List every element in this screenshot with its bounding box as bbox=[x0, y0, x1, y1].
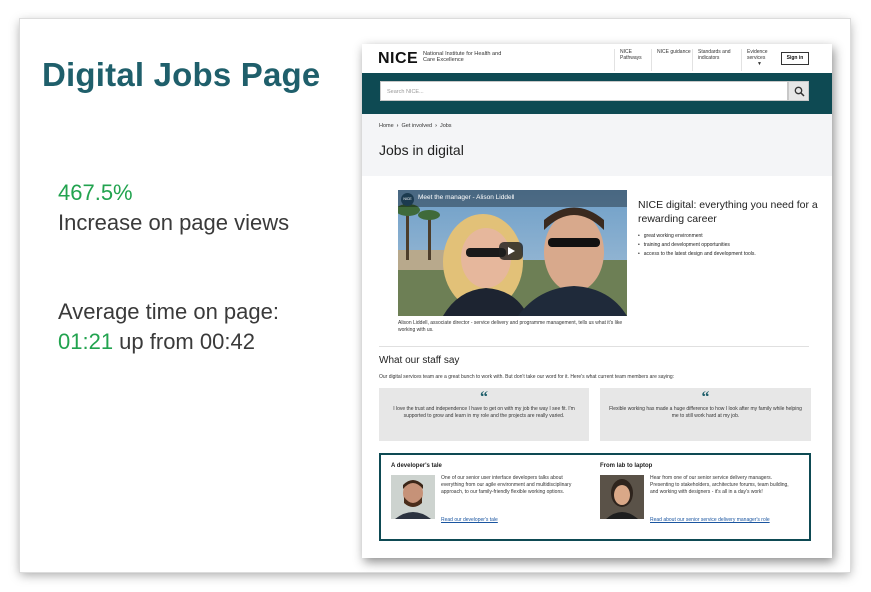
nav-standards-indicators[interactable]: Standards and indicators bbox=[692, 49, 740, 71]
caret-down-icon: ▼ bbox=[757, 61, 762, 67]
quote-card: “ I love the trust and independence I ha… bbox=[379, 388, 589, 441]
video-player[interactable]: NICE Meet the manager - Alison Liddell bbox=[398, 190, 627, 316]
page-views-value: 467.5% bbox=[58, 180, 133, 205]
search-button[interactable] bbox=[788, 81, 809, 101]
developer-photo bbox=[391, 475, 435, 519]
intro-list: great working environment training and d… bbox=[638, 232, 756, 259]
search-input[interactable]: Search NICE... bbox=[380, 81, 788, 101]
time-on-page-stat: Average time on page: 01:21 up from 00:4… bbox=[58, 297, 279, 357]
list-item: training and development opportunities bbox=[638, 241, 756, 250]
nice-logo-subtitle: National Institute for Health and Care E… bbox=[423, 51, 502, 64]
breadcrumb-separator-icon: › bbox=[435, 123, 437, 129]
sign-in-button[interactable]: Sign in bbox=[781, 52, 809, 65]
slide-title: Digital Jobs Page bbox=[42, 56, 321, 93]
breadcrumb-separator-icon: › bbox=[396, 123, 399, 129]
developer-tale-text: One of our senior user interface develop… bbox=[441, 475, 572, 495]
time-on-page-value: 01:21 bbox=[58, 329, 114, 354]
nice-logo[interactable]: NICE bbox=[378, 50, 418, 68]
quote-icon: “ bbox=[480, 389, 488, 406]
lab-to-laptop-heading: From lab to laptop bbox=[600, 463, 653, 469]
lab-to-laptop-text: Hear from one of our senior service deli… bbox=[650, 475, 789, 495]
list-item: great working environment bbox=[638, 232, 756, 241]
staff-intro: Our digital services team are a great bu… bbox=[379, 374, 675, 380]
nav-evidence-services-label: Evidence services bbox=[747, 49, 768, 61]
time-on-page-previous: up from 00:42 bbox=[113, 329, 255, 354]
time-on-page-line: 01:21 up from 00:42 bbox=[58, 327, 279, 357]
nice-header: NICE National Institute for Health and C… bbox=[362, 44, 832, 72]
quote-text: I love the trust and independence I have… bbox=[393, 406, 575, 419]
tales-panel: A developer's tale One of our senior use… bbox=[379, 453, 811, 541]
quote-card: “ Flexible working has made a huge diffe… bbox=[600, 388, 811, 441]
breadcrumb-jobs: Jobs bbox=[439, 123, 452, 129]
breadcrumb-get-involved[interactable]: Get involved bbox=[402, 123, 433, 129]
breadcrumb: Home › Get involved › Jobs bbox=[379, 123, 454, 129]
video-caption: Alison Liddell, associate director - ser… bbox=[398, 320, 623, 333]
staff-heading: What our staff say bbox=[379, 355, 460, 366]
quote-text: Flexible working has made a huge differe… bbox=[609, 406, 802, 419]
page-views-stat: 467.5% Increase on page views bbox=[58, 178, 289, 238]
manager-photo bbox=[600, 475, 644, 519]
play-icon[interactable] bbox=[499, 242, 523, 260]
quote-icon: “ bbox=[701, 389, 710, 406]
developer-tale-heading: A developer's tale bbox=[391, 463, 442, 469]
search-band: Search NICE... bbox=[362, 73, 832, 114]
page-header: Home › Get involved › Jobs Jobs in digital bbox=[362, 114, 832, 176]
video-title[interactable]: Meet the manager - Alison Liddell bbox=[418, 194, 514, 201]
search-icon bbox=[794, 86, 805, 97]
channel-logo: NICE bbox=[401, 193, 414, 206]
developer-tale-link[interactable]: Read our developer's tale bbox=[441, 517, 498, 523]
page-views-label: Increase on page views bbox=[58, 210, 290, 235]
intro-heading: NICE digital: everything you need for a … bbox=[638, 199, 818, 225]
breadcrumb-home[interactable]: Home bbox=[379, 123, 394, 129]
nice-jobs-page-screenshot: NICE National Institute for Health and C… bbox=[362, 44, 832, 558]
list-item: access to the latest design and developm… bbox=[638, 250, 756, 259]
divider bbox=[379, 346, 809, 347]
nav-nice-guidance[interactable]: NICE guidance bbox=[651, 49, 691, 71]
lab-to-laptop-link[interactable]: Read about our senior service delivery m… bbox=[650, 517, 770, 523]
time-on-page-label: Average time on page: bbox=[58, 299, 279, 324]
nav-nice-pathways[interactable]: NICE Pathways bbox=[614, 49, 650, 71]
nav-evidence-services[interactable]: Evidence services ▼ bbox=[741, 49, 775, 71]
page-title: Jobs in digital bbox=[379, 142, 464, 158]
